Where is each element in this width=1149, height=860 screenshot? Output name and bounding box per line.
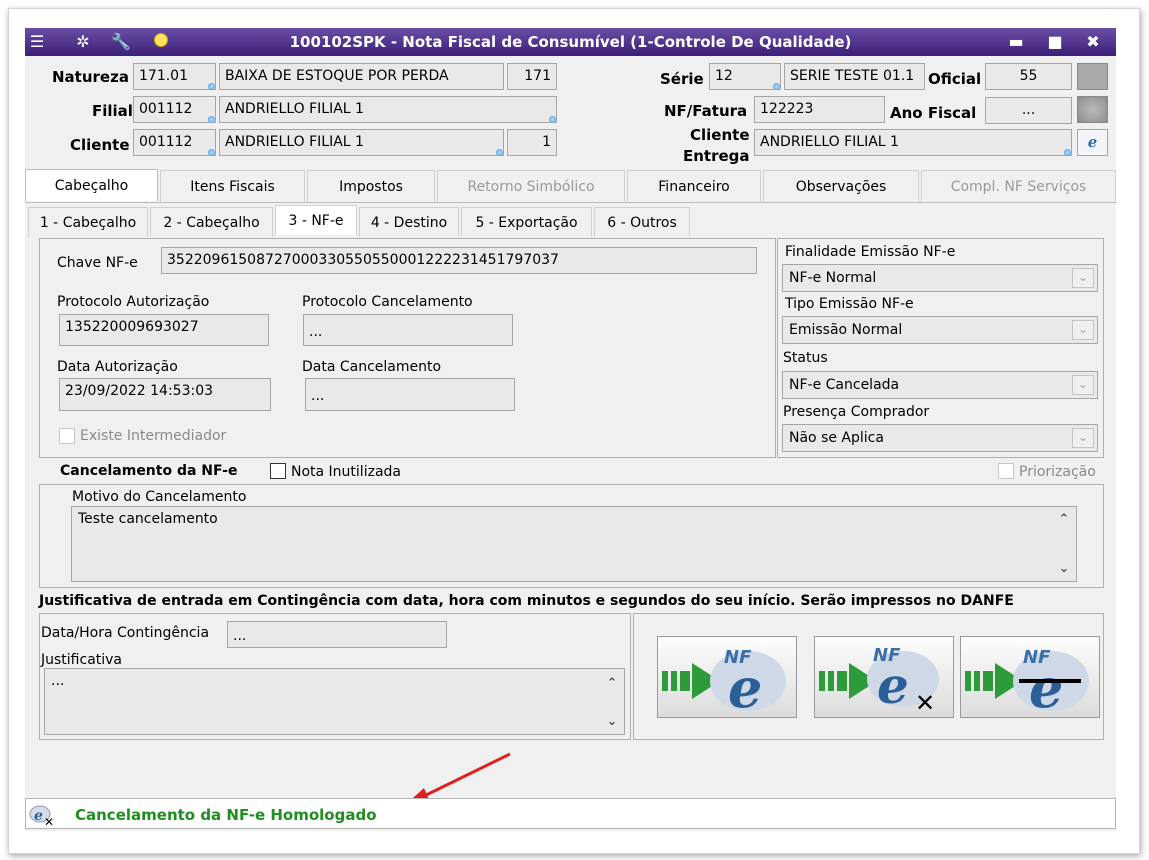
status-message: Cancelamento da NF-e Homologado xyxy=(75,806,377,824)
nfe-cancel-status-icon: e ✕ xyxy=(29,805,54,826)
annotation-arrow xyxy=(404,752,511,806)
cancel-x-icon: ✕ xyxy=(44,815,54,826)
status-bar: e ✕ Cancelamento da NF-e Homologado xyxy=(25,798,1116,829)
nfe-logo-letter: e xyxy=(34,808,43,824)
